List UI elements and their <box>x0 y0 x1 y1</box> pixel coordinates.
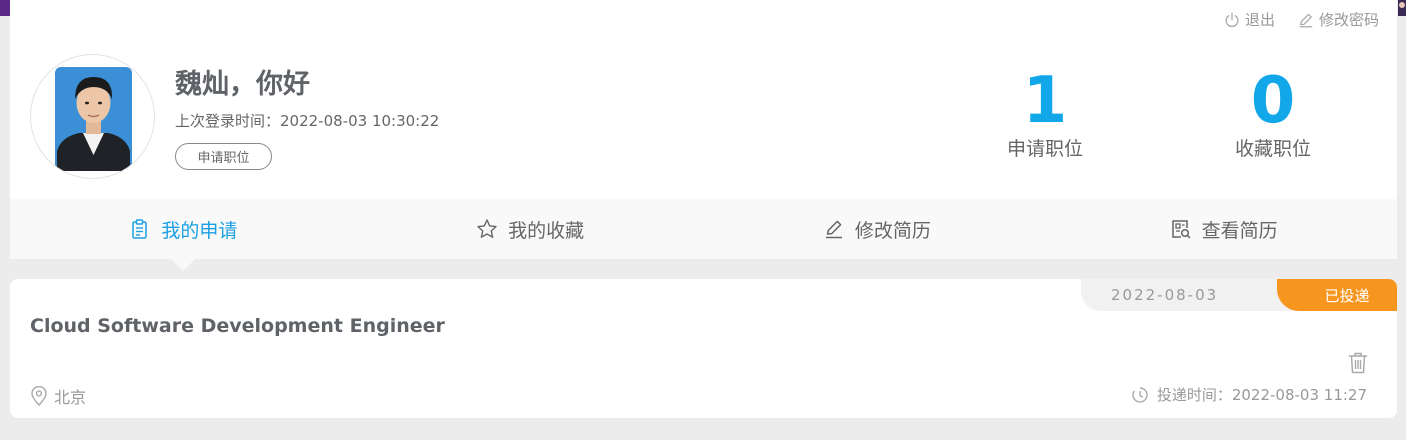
tab-my-applications-label: 我的申请 <box>161 219 238 242</box>
change-password-button[interactable]: 修改密码 <box>1297 9 1379 30</box>
tab-bar: 我的申请 我的收藏 修改简历 查看简历 <box>10 199 1397 259</box>
favorite-jobs-label: 收藏职位 <box>1234 138 1311 160</box>
job-application-card[interactable]: 2022-08-03 已投递 Cloud Software Developmen… <box>10 279 1397 418</box>
power-icon <box>1225 12 1239 27</box>
applied-jobs-stat[interactable]: 1 申请职位 <box>965 66 1125 161</box>
location-pin-icon <box>31 386 47 406</box>
change-password-label: 修改密码 <box>1318 11 1379 29</box>
tab-my-applications[interactable]: 我的申请 <box>10 199 357 259</box>
logout-button[interactable]: 退出 <box>1223 9 1275 30</box>
applied-jobs-label: 申请职位 <box>1006 138 1083 160</box>
last-login-time: 上次登录时间：2022-08-03 10:30:22 <box>175 112 440 130</box>
job-status-badge: 已投递 <box>1277 279 1397 311</box>
active-tab-pointer <box>171 259 195 271</box>
logout-label: 退出 <box>1244 11 1275 29</box>
edit-icon <box>825 220 842 239</box>
job-sent-time-label: 投递时间：2022-08-03 11:27 <box>1156 386 1367 404</box>
trash-icon[interactable] <box>1347 351 1369 375</box>
tab-edit-resume-label: 修改简历 <box>854 219 931 242</box>
tab-my-favorites[interactable]: 我的收藏 <box>357 199 704 259</box>
tab-my-favorites-label: 我的收藏 <box>508 219 585 242</box>
clock-icon <box>1132 386 1148 403</box>
clipboard-icon <box>132 219 148 239</box>
window-edge-right <box>1398 0 1406 16</box>
favorite-jobs-count: 0 <box>1250 64 1296 138</box>
tab-view-resume-label: 查看简历 <box>1201 219 1278 242</box>
tab-view-resume[interactable]: 查看简历 <box>1050 199 1397 259</box>
job-location-label: 北京 <box>54 388 87 407</box>
pencil-icon <box>1299 13 1313 27</box>
job-title[interactable]: Cloud Software Development Engineer <box>30 315 445 337</box>
applied-jobs-count: 1 <box>1022 64 1068 138</box>
avatar[interactable] <box>30 54 155 179</box>
resume-view-icon <box>1171 220 1191 239</box>
job-date: 2022-08-03 <box>1111 286 1219 304</box>
greeting-title: 魏灿，你好 <box>175 69 310 100</box>
star-icon <box>477 219 497 238</box>
window-edge-left <box>0 0 10 16</box>
job-sent-time: 投递时间：2022-08-03 11:27 <box>1131 384 1367 405</box>
user-photo <box>55 67 132 171</box>
top-actions: 退出 修改密码 <box>1223 9 1379 30</box>
apply-jobs-badge[interactable]: 申请职位 <box>175 143 272 170</box>
favorite-jobs-stat[interactable]: 0 收藏职位 <box>1193 66 1353 161</box>
job-location: 北京 <box>30 384 86 408</box>
tab-edit-resume[interactable]: 修改简历 <box>704 199 1051 259</box>
profile-card: 退出 修改密码 魏灿，你好 上次登录时间：2022-08-03 10:30:22… <box>10 0 1397 259</box>
